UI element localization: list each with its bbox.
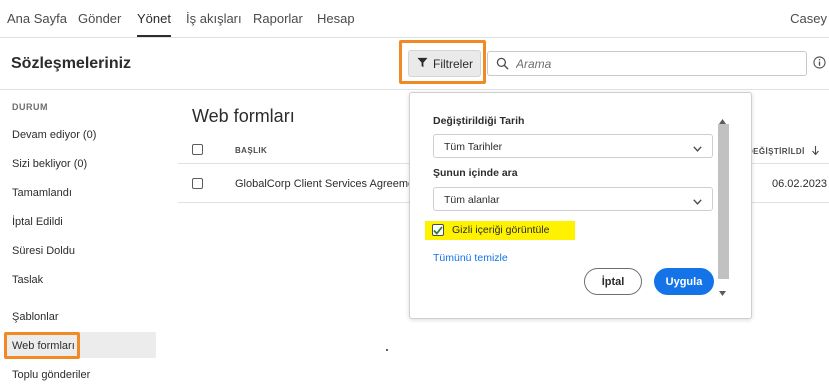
- cancel-button[interactable]: İptal: [584, 268, 642, 295]
- show-hidden-checkbox[interactable]: [432, 224, 444, 236]
- select-all-checkbox[interactable]: [192, 144, 203, 155]
- row-title[interactable]: GlobalCorp Client Services Agreement: [235, 178, 423, 190]
- sidebar-item-templates[interactable]: Şablonlar: [12, 311, 58, 323]
- nav-workflows[interactable]: İş akışları: [186, 11, 242, 26]
- sidebar-item-completed[interactable]: Tamamlandı: [12, 187, 72, 199]
- row-modified-date: 06.02.2023: [772, 178, 828, 190]
- filter-popover: Değiştirildiği Tarih Tüm Tarihler Şunun …: [409, 92, 752, 319]
- column-header-title[interactable]: BAŞLIK: [235, 146, 267, 155]
- filters-button-label: Filtreler: [433, 56, 474, 71]
- show-hidden-label[interactable]: Gizli içeriği görüntüle: [452, 224, 549, 236]
- chevron-down-icon: [693, 196, 702, 208]
- nav-home[interactable]: Ana Sayfa: [7, 11, 67, 26]
- sidebar-item-in-progress[interactable]: Devam ediyor (0): [12, 129, 96, 141]
- search-icon: [496, 57, 509, 75]
- column-header-modified-label: DEĞİŞTİRİLDİ: [747, 147, 805, 156]
- clear-all-link[interactable]: Tümünü temizle: [433, 252, 508, 264]
- search-in-label: Şunun içinde ara: [433, 167, 518, 179]
- nav-reports[interactable]: Raporlar: [253, 11, 303, 26]
- search-in-select[interactable]: Tüm alanlar: [433, 187, 713, 211]
- popover-scrollbar[interactable]: [716, 107, 729, 296]
- sort-descending-icon: [811, 146, 819, 157]
- search-input[interactable]: [516, 55, 796, 72]
- top-navigation: Ana Sayfa Gönder Yönet İş akışları Rapor…: [0, 0, 829, 38]
- apply-button[interactable]: Uygula: [654, 268, 714, 295]
- filter-icon: [417, 57, 428, 71]
- sidebar-item-web-forms[interactable]: Web formları: [12, 340, 75, 352]
- page-header: Sözleşmeleriniz Filtreler: [0, 38, 829, 90]
- sidebar: DURUM Devam ediyor (0) Sizi bekliyor (0)…: [0, 91, 165, 384]
- sidebar-item-cancelled[interactable]: İptal Edildi: [12, 216, 63, 228]
- sidebar-item-draft[interactable]: Taslak: [12, 274, 43, 286]
- cursor-dot: [386, 349, 388, 351]
- modified-date-select[interactable]: Tüm Tarihler: [433, 134, 713, 158]
- scrollbar-thumb[interactable]: [718, 124, 729, 279]
- column-header-modified[interactable]: DEĞİŞTİRİLDİ: [747, 146, 819, 157]
- nav-manage[interactable]: Yönet: [137, 11, 171, 37]
- chevron-down-icon: [693, 143, 702, 155]
- search-in-value: Tüm alanlar: [444, 194, 500, 206]
- nav-send[interactable]: Gönder: [78, 11, 121, 26]
- info-icon[interactable]: [813, 56, 826, 74]
- modified-date-value: Tüm Tarihler: [444, 141, 503, 153]
- sidebar-item-mega-sign[interactable]: Toplu gönderiler: [12, 369, 90, 381]
- modified-date-label: Değiştirildiği Tarih: [433, 115, 525, 127]
- sidebar-heading-status: DURUM: [12, 102, 48, 112]
- page-title: Sözleşmeleriniz: [11, 55, 132, 72]
- search-box[interactable]: [487, 51, 807, 76]
- section-title: Web formları: [192, 106, 295, 126]
- row-checkbox[interactable]: [192, 178, 203, 189]
- checkmark-icon: [433, 225, 443, 235]
- user-menu[interactable]: Casey: [790, 11, 827, 26]
- filters-button[interactable]: Filtreler: [408, 50, 481, 77]
- nav-account[interactable]: Hesap: [317, 11, 355, 26]
- scroll-down-icon[interactable]: [719, 283, 726, 301]
- sidebar-item-waiting-for-you[interactable]: Sizi bekliyor (0): [12, 158, 87, 170]
- sidebar-item-expired[interactable]: Süresi Doldu: [12, 245, 75, 257]
